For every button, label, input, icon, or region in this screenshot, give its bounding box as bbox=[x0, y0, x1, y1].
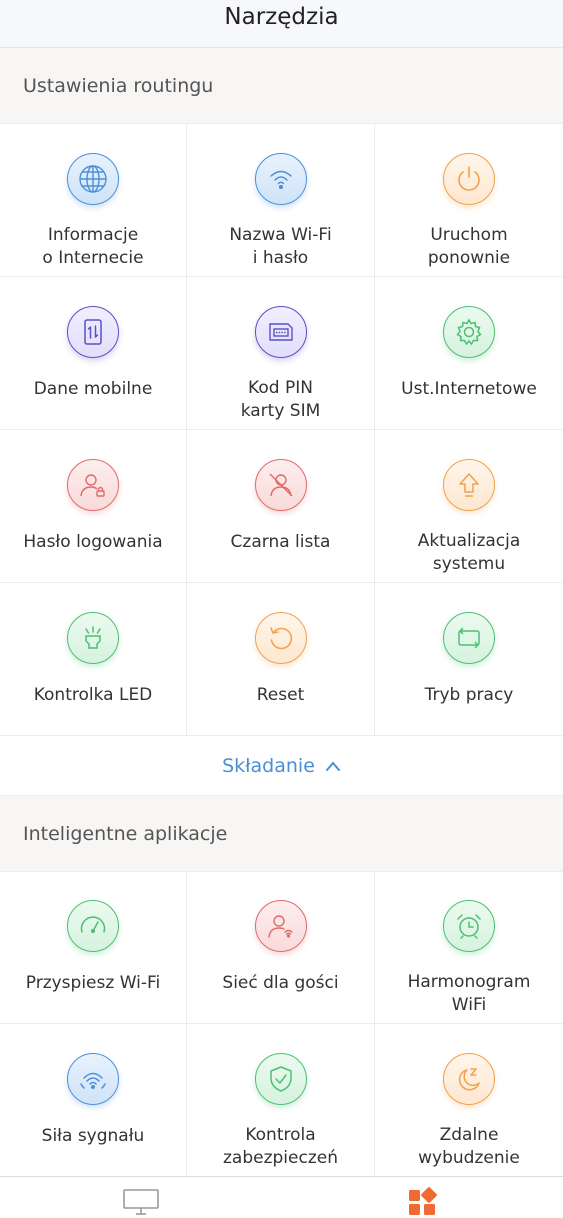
work-mode-icon bbox=[443, 612, 495, 664]
section-apps-title: Inteligentne aplikacje bbox=[23, 822, 228, 845]
tool-work-mode[interactable]: Tryb pracy bbox=[375, 583, 563, 736]
tab-tools[interactable] bbox=[403, 1187, 443, 1218]
tool-restart[interactable]: Uruchom ponownie bbox=[375, 124, 563, 277]
tool-internet-info[interactable]: Informacje o Internecie bbox=[0, 124, 187, 277]
tool-label: Ust.Internetowe bbox=[401, 379, 537, 399]
tool-label: Przyspiesz Wi-Fi bbox=[25, 973, 161, 993]
tool-label: Harmonogram WiFi bbox=[407, 972, 531, 1015]
tool-label: Siła sygnału bbox=[41, 1126, 145, 1146]
tool-system-update[interactable]: Aktualizacja systemu bbox=[375, 430, 563, 583]
bottom-navigation bbox=[0, 1176, 563, 1218]
reset-icon bbox=[254, 612, 307, 664]
section-apps-header: Inteligentne aplikacje bbox=[0, 796, 563, 872]
monitor-icon bbox=[123, 1189, 159, 1215]
tool-sim-pin[interactable]: Kod PIN karty SIM bbox=[187, 277, 375, 430]
alarm-clock-icon bbox=[443, 900, 495, 952]
speedometer-icon bbox=[67, 900, 119, 952]
power-icon bbox=[443, 153, 495, 205]
tool-label: Hasło logowania bbox=[23, 532, 163, 552]
routing-grid: Informacje o Internecie Nazwa Wi-Fi i ha… bbox=[0, 124, 563, 736]
tool-label: Informacje o Internecie bbox=[42, 225, 144, 268]
tool-label: Uruchom ponownie bbox=[427, 225, 511, 268]
upgrade-arrow-icon bbox=[443, 459, 495, 511]
app-signal-strength[interactable]: Siła sygnału bbox=[0, 1024, 187, 1177]
moon-sleep-icon bbox=[443, 1053, 495, 1105]
top-bar: Narzędzia bbox=[0, 0, 563, 48]
section-routing-title: Ustawienia routingu bbox=[23, 74, 214, 97]
tool-label: Sieć dla gości bbox=[222, 973, 339, 993]
tool-mobile-data[interactable]: Dane mobilne bbox=[0, 277, 187, 430]
page-title: Narzędzia bbox=[224, 3, 339, 30]
shield-check-icon bbox=[254, 1053, 307, 1105]
app-remote-wake[interactable]: Zdalne wybudzenie bbox=[375, 1024, 563, 1177]
tool-led-control[interactable]: Kontrolka LED bbox=[0, 583, 187, 736]
tool-label: Tryb pracy bbox=[424, 685, 514, 705]
led-light-icon bbox=[67, 612, 119, 664]
user-lock-icon bbox=[67, 459, 119, 511]
collapse-button[interactable]: Składanie bbox=[0, 736, 563, 796]
tool-login-password[interactable]: Hasło logowania bbox=[0, 430, 187, 583]
tool-label: Kontrolka LED bbox=[33, 685, 153, 705]
tool-reset[interactable]: Reset bbox=[187, 583, 375, 736]
app-wifi-boost[interactable]: Przyspiesz Wi-Fi bbox=[0, 871, 187, 1024]
apps-grid: Przyspiesz Wi-Fi Sieć dla gości Harmonog… bbox=[0, 871, 563, 1177]
tool-wifi-name-password[interactable]: Nazwa Wi-Fi i hasło bbox=[187, 124, 375, 277]
globe-icon bbox=[67, 153, 119, 205]
sim-card-icon bbox=[254, 306, 307, 358]
tool-internet-settings[interactable]: Ust.Internetowe bbox=[375, 277, 563, 430]
tab-device[interactable] bbox=[121, 1187, 161, 1218]
signal-strength-icon bbox=[67, 1053, 119, 1105]
collapse-label: Składanie bbox=[222, 754, 315, 777]
tool-label: Czarna lista bbox=[230, 532, 331, 552]
apps-grid-icon bbox=[409, 1187, 437, 1215]
app-security-check[interactable]: Kontrola zabezpieczeń bbox=[187, 1024, 375, 1177]
chevron-up-icon bbox=[325, 760, 340, 771]
tool-label: Dane mobilne bbox=[33, 379, 153, 399]
tool-label: Aktualizacja systemu bbox=[417, 531, 521, 574]
tool-label: Reset bbox=[256, 685, 305, 705]
tool-label: Kontrola zabezpieczeń bbox=[223, 1125, 338, 1168]
tool-label: Zdalne wybudzenie bbox=[418, 1125, 520, 1168]
wifi-icon bbox=[254, 153, 307, 205]
app-wifi-schedule[interactable]: Harmonogram WiFi bbox=[375, 871, 563, 1024]
section-routing-header: Ustawienia routingu bbox=[0, 48, 563, 124]
user-blocked-icon bbox=[254, 459, 307, 511]
tool-label: Nazwa Wi-Fi i hasło bbox=[229, 225, 332, 268]
app-guest-network[interactable]: Sieć dla gości bbox=[187, 871, 375, 1024]
tool-blacklist[interactable]: Czarna lista bbox=[187, 430, 375, 583]
gear-icon bbox=[443, 306, 495, 358]
mobile-data-icon bbox=[67, 306, 119, 358]
guest-user-icon bbox=[254, 900, 307, 952]
tool-label: Kod PIN karty SIM bbox=[240, 378, 321, 421]
